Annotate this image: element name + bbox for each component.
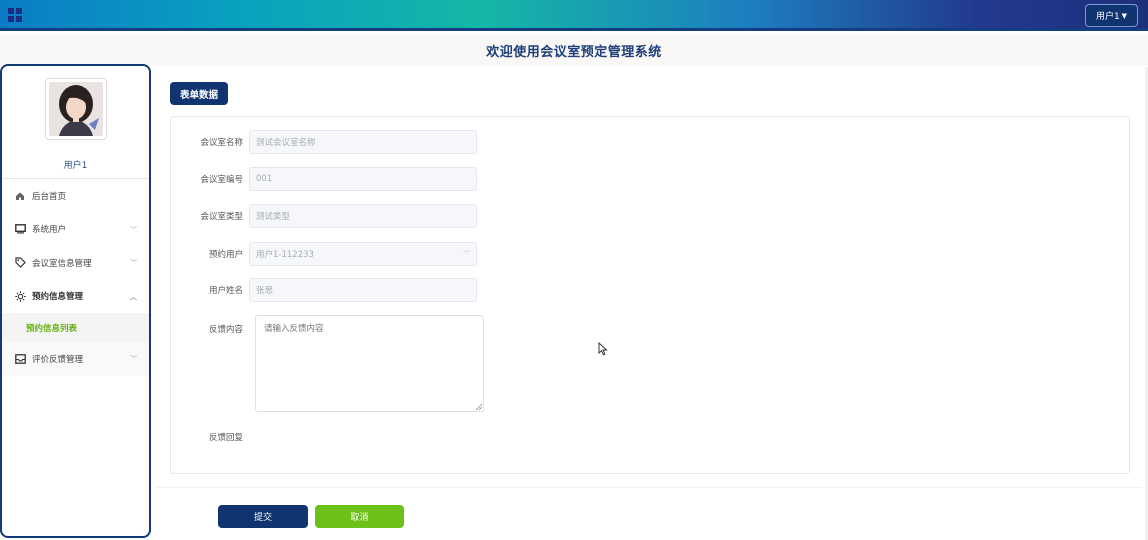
- form-data-tag: 表单数据: [170, 82, 228, 105]
- chevron-down-icon: ﹀: [130, 355, 137, 363]
- app-grid-icon[interactable]: [8, 8, 22, 22]
- chevron-down-icon: ﹀: [130, 259, 137, 267]
- sidebar-subitem-reservation-list[interactable]: 预约信息列表: [2, 313, 149, 342]
- room-number-input[interactable]: 001: [249, 167, 477, 191]
- form-row-room-number: 会议室编号 001: [171, 167, 477, 191]
- field-label: 预约用户: [208, 250, 243, 260]
- monitor-icon: [14, 223, 26, 235]
- form-row-feedback: 反馈内容: [171, 317, 249, 341]
- sidebar-item-home[interactable]: 后台首页: [2, 179, 149, 213]
- field-label: 会议室类型: [200, 212, 243, 222]
- page-title: 欢迎使用会议室预定管理系统: [486, 44, 662, 60]
- feedback-reply-label: 反馈回复: [208, 433, 243, 443]
- avatar: [49, 82, 103, 136]
- form-row-room-name: 会议室名称 测试会议室名称: [171, 130, 477, 154]
- chevron-down-icon: ﹀: [463, 250, 470, 258]
- chevron-down-icon: ﹀: [130, 225, 137, 234]
- field-label: 反馈内容: [208, 325, 243, 335]
- user-menu-button[interactable]: 用户1 ▼: [1085, 4, 1138, 27]
- tag-icon: [14, 257, 26, 269]
- mouse-cursor-icon: [598, 342, 608, 356]
- room-name-input[interactable]: 测试会议室名称: [249, 130, 477, 154]
- sidebar-menu: 后台首页 系统用户 ﹀ 会议室信息管理 ﹀ 预约信息管理 ︿ 预约信息列表 评价…: [2, 179, 149, 376]
- reserve-user-select[interactable]: 用户1-112233 ﹀: [249, 242, 477, 266]
- sidebar-item-label: 系统用户: [32, 225, 67, 236]
- form-row-user-name: 用户姓名 张思: [171, 278, 477, 302]
- reserve-user-value: 用户1-112233: [256, 250, 314, 260]
- chevron-down-icon: ▼: [1121, 11, 1128, 20]
- sidebar: 用户1 后台首页 系统用户 ﹀ 会议室信息管理 ﹀ 预约信息管理 ︿ 预约信息列…: [0, 64, 151, 538]
- sidebar-item-feedback[interactable]: 评价反馈管理 ﹀: [2, 342, 149, 376]
- resize-handle-icon[interactable]: [475, 403, 483, 411]
- form-row-reserve-user: 预约用户 用户1-112233 ﹀: [171, 242, 477, 266]
- title-bar: 欢迎使用会议室预定管理系统: [0, 34, 1148, 66]
- sun-icon: [14, 290, 26, 302]
- inbox-icon: [14, 353, 26, 365]
- field-label: 用户姓名: [208, 286, 243, 296]
- chevron-up-icon: ︿: [130, 292, 137, 301]
- feedback-textarea[interactable]: [255, 315, 484, 412]
- cancel-button[interactable]: 取消: [315, 505, 404, 528]
- sidebar-item-label: 后台首页: [32, 191, 67, 202]
- sidebar-item-system-users[interactable]: 系统用户 ﹀: [2, 213, 149, 247]
- sidebar-item-label: 预约信息管理: [32, 292, 84, 303]
- top-bar: 用户1 ▼: [0, 0, 1148, 31]
- sidebar-item-label: 评价反馈管理: [32, 354, 84, 365]
- home-icon: [14, 190, 26, 202]
- form-footer-divider: [157, 487, 1142, 488]
- user-menu-label: 用户1: [1095, 12, 1120, 22]
- sidebar-item-room-info[interactable]: 会议室信息管理 ﹀: [2, 246, 149, 280]
- avatar-frame: [45, 78, 107, 140]
- sidebar-item-label: 会议室信息管理: [32, 258, 92, 269]
- user-name-input[interactable]: 张思: [249, 278, 477, 302]
- sidebar-username: 用户1: [63, 161, 88, 171]
- submit-button[interactable]: 提交: [218, 505, 308, 528]
- field-label: 会议室编号: [200, 175, 243, 185]
- sidebar-item-reservation[interactable]: 预约信息管理 ︿: [2, 280, 149, 314]
- main-content: 表单数据 会议室名称 测试会议室名称 会议室编号 001 会议室类型 测试类型 …: [157, 67, 1142, 540]
- field-label: 会议室名称: [200, 138, 243, 148]
- form-card: 会议室名称 测试会议室名称 会议室编号 001 会议室类型 测试类型 预约用户 …: [170, 116, 1130, 474]
- room-type-input[interactable]: 测试类型: [249, 204, 477, 228]
- form-row-room-type: 会议室类型 测试类型: [171, 204, 477, 228]
